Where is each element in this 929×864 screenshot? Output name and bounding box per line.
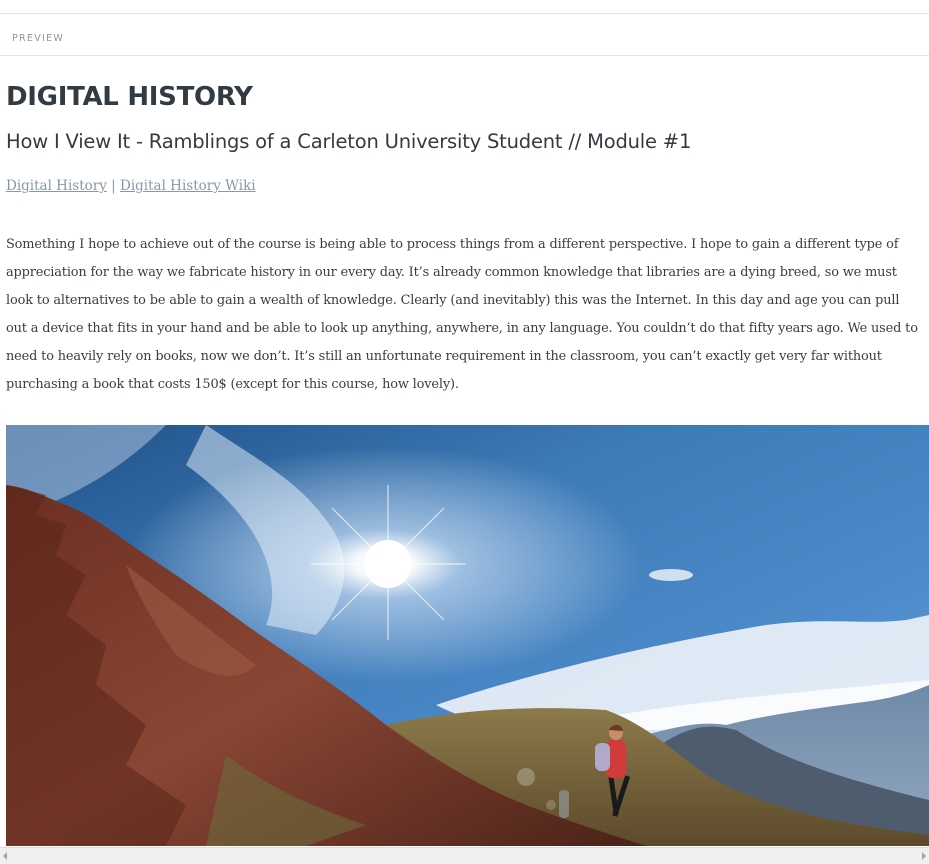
link-separator: | [111,178,116,194]
preview-bar: PREVIEW [0,14,929,56]
page-subtitle: How I View It - Ramblings of a Carleton … [6,130,692,153]
top-bar [0,0,929,14]
page-title: DIGITAL HISTORY [6,82,253,112]
post-links: Digital History | Digital History Wiki [6,178,256,194]
digital-history-wiki-link[interactable]: Digital History Wiki [120,178,256,194]
preview-label: PREVIEW [12,33,65,44]
scroll-right-icon[interactable] [922,852,926,860]
horizontal-scrollbar[interactable] [0,847,929,864]
scroll-left-icon[interactable] [3,852,7,860]
hero-image [6,425,929,846]
post-body: Something I hope to achieve out of the c… [6,237,918,392]
digital-history-link[interactable]: Digital History [6,178,107,194]
